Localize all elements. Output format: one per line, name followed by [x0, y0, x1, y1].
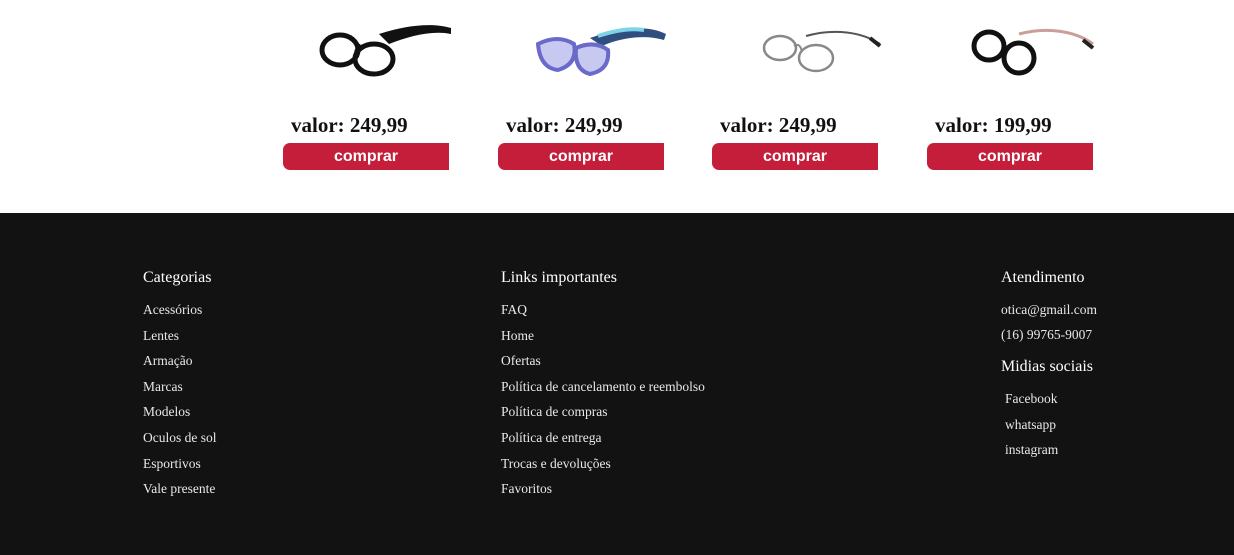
footer-midias-list: Facebook whatsapp instagram: [1005, 389, 1058, 466]
footer-categorias-list: Acessórios Lentes Armação Marcas Modelos…: [143, 300, 217, 505]
contact-email[interactable]: otica@gmail.com: [1001, 302, 1097, 318]
footer-link[interactable]: Armação: [143, 351, 217, 377]
footer-link[interactable]: Marcas: [143, 377, 217, 403]
footer-link[interactable]: Lentes: [143, 326, 217, 352]
footer-link[interactable]: Política de cancelamento e reembolso: [501, 377, 705, 403]
product-image[interactable]: [957, 12, 1097, 87]
footer-link[interactable]: Vale presente: [143, 479, 217, 505]
footer-link[interactable]: FAQ: [501, 300, 705, 326]
product-image[interactable]: [313, 12, 453, 87]
product-image[interactable]: [742, 12, 882, 87]
footer-link[interactable]: Ofertas: [501, 351, 705, 377]
footer-link[interactable]: Acessórios: [143, 300, 217, 326]
site-footer: Categorias Acessórios Lentes Armação Mar…: [0, 213, 1234, 555]
product-card: valor: 249,99 comprar: [283, 0, 453, 180]
product-card: valor: 199,99 comprar: [927, 0, 1097, 180]
footer-categorias-title: Categorias: [143, 269, 212, 286]
footer-link[interactable]: Esportivos: [143, 454, 217, 480]
product-price: valor: 249,99: [291, 113, 408, 137]
social-link-facebook[interactable]: Facebook: [1005, 389, 1058, 415]
product-grid: valor: 249,99 comprar valor: 249,99 comp…: [0, 0, 1234, 213]
product-price: valor: 199,99: [935, 113, 1052, 137]
buy-button[interactable]: comprar: [283, 143, 449, 170]
footer-link[interactable]: Favoritos: [501, 479, 705, 505]
buy-button[interactable]: comprar: [498, 143, 664, 170]
footer-midias-title: Midias sociais: [1001, 358, 1093, 375]
social-link-whatsapp[interactable]: whatsapp: [1005, 415, 1058, 441]
product-image[interactable]: [528, 12, 668, 87]
product-card: valor: 249,99 comprar: [498, 0, 668, 180]
contact-phone: (16) 99765-9007: [1001, 327, 1093, 342]
footer-link[interactable]: Oculos de sol: [143, 428, 217, 454]
footer-links-title: Links importantes: [501, 269, 617, 286]
footer-atendimento-title: Atendimento: [1001, 269, 1085, 286]
footer-link[interactable]: Política de entrega: [501, 428, 705, 454]
footer-links-list: FAQ Home Ofertas Política de cancelament…: [501, 300, 705, 505]
social-link-instagram[interactable]: instagram: [1005, 440, 1058, 466]
product-price: valor: 249,99: [720, 113, 837, 137]
buy-button[interactable]: comprar: [712, 143, 878, 170]
product-price: valor: 249,99: [506, 113, 623, 137]
footer-link[interactable]: Política de compras: [501, 402, 705, 428]
footer-link[interactable]: Home: [501, 326, 705, 352]
footer-link[interactable]: Trocas e devoluções: [501, 454, 705, 480]
footer-link[interactable]: Modelos: [143, 402, 217, 428]
buy-button[interactable]: comprar: [927, 143, 1093, 170]
product-card: valor: 249,99 comprar: [712, 0, 882, 180]
